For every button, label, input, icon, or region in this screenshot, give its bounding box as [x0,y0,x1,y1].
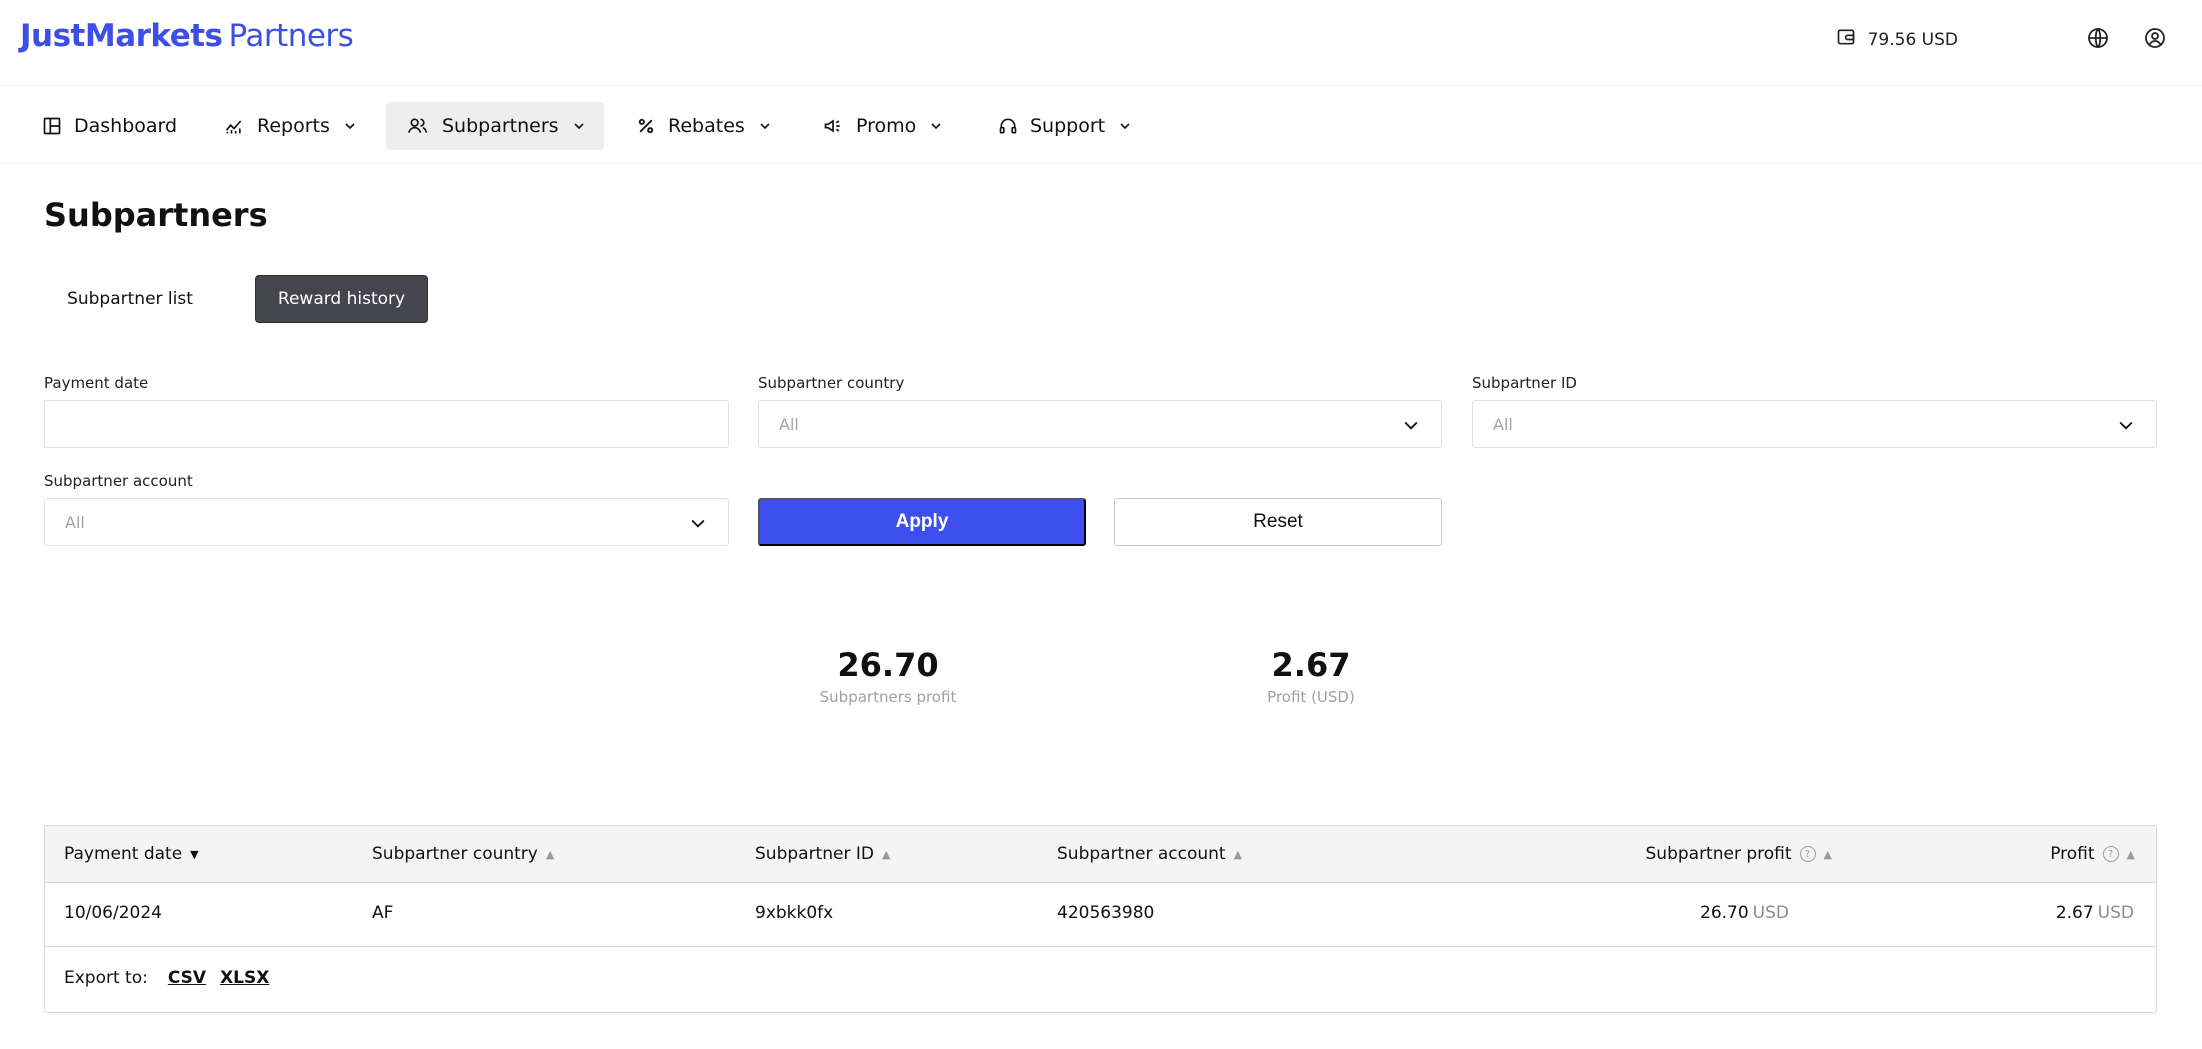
column-label: Subpartner ID [755,844,874,864]
subpartner-account-value: All [65,512,85,532]
page-title: Subpartners [44,196,268,234]
sort-asc-icon: ▲ [2126,847,2135,861]
column-label: Subpartner country [372,844,538,864]
sort-desc-icon: ▼ [190,847,199,861]
nav-support-label: Support [1030,115,1106,137]
column-header-subpartner-account[interactable]: Subpartner account ▲ [1057,836,1242,872]
subpartner-country-value: All [779,414,799,434]
sort-asc-icon: ▲ [545,847,555,861]
cell-subpartner-profit: 26.70 USD [1700,903,1789,923]
export-label: Export to: [64,968,148,988]
subpartners-profit-value: 26.70 [837,646,939,684]
logo[interactable]: JustMarkets Partners [20,18,354,54]
payment-date-label: Payment date [44,374,149,392]
nav-promo-label: Promo [856,115,917,137]
chevron-down-icon [345,123,355,130]
profit-label: Profit (USD) [1267,688,1355,706]
chevron-down-icon [760,123,770,130]
nav-subpartners[interactable]: Subpartners [386,102,604,150]
subpartner-country-label: Subpartner country [758,374,905,392]
profit-unit: USD [2097,903,2134,923]
help-icon[interactable]: ? [1799,846,1816,862]
column-label: Profit [2050,844,2095,864]
column-label: Payment date [64,844,183,864]
chart-icon [225,120,242,134]
subpartner-country-select[interactable]: All [758,400,1442,448]
subpartner-id-value: All [1493,414,1513,434]
nav-rebates-label: Rebates [668,115,745,137]
nav-reports-label: Reports [257,115,330,137]
sort-asc-icon: ▲ [881,847,891,861]
nav-support[interactable]: Support [978,102,1153,150]
profit-amount: 2.67 [2055,903,2094,923]
subpartner-profit-amount: 26.70 [1700,903,1749,923]
nav-reports[interactable]: Reports [203,102,378,150]
column-header-payment-date[interactable]: Payment date ▼ [64,836,199,872]
payment-date-field[interactable] [44,400,729,448]
top-bar: JustMarkets Partners 79.56 USD [0,0,2202,86]
column-header-profit[interactable]: Profit ? ▲ [1995,836,2135,872]
table-row: 10/06/2024 AF 9xbkk0fx 420563980 26.70 US… [45,883,2156,947]
wallet-icon [1836,27,1856,52]
profit-stat: 2.67 Profit (USD) [1251,646,1371,706]
subpartner-account-label: Subpartner account [44,472,193,490]
export-bar: Export to: CSV XLSX [64,968,269,988]
column-header-subpartner-id[interactable]: Subpartner ID ▲ [755,836,890,872]
export-csv-link[interactable]: CSV [168,968,206,988]
subpartner-id-select[interactable]: All [1472,400,2157,448]
users-icon [408,118,428,133]
subpartner-id-label: Subpartner ID [1472,374,1577,392]
globe-icon[interactable] [2086,26,2110,50]
export-xlsx-link[interactable]: XLSX [220,968,269,988]
cell-country: AF [372,903,394,923]
reset-button[interactable]: Reset [1114,498,1442,546]
dashboard-icon [43,117,61,135]
column-header-subpartner-country[interactable]: Subpartner country ▲ [372,836,554,872]
megaphone-icon [824,119,840,133]
cell-account: 420563980 [1057,903,1155,923]
nav-rebates[interactable]: Rebates [616,102,793,150]
help-icon[interactable]: ? [2102,846,2119,862]
nav-subpartners-label: Subpartners [442,115,559,137]
chevron-down-icon [931,123,941,130]
table-header: Payment date ▼ Subpartner country ▲ Subp… [45,826,2156,883]
subpartner-account-select[interactable]: All [44,498,729,546]
sort-asc-icon: ▲ [1823,847,1832,861]
chevron-down-icon [1120,123,1130,130]
tab-reward-history[interactable]: Reward history [255,275,428,323]
cell-profit: 2.67 USD [2056,903,2134,923]
profit-value: 2.67 [1271,646,1351,684]
nav-promo[interactable]: Promo [802,102,964,150]
subpartners-profit-stat: 26.70 Subpartners profit [808,646,968,706]
nav-dashboard[interactable]: Dashboard [22,102,197,150]
column-label: Subpartner account [1057,844,1226,864]
balance-display[interactable]: 79.56 USD [1836,27,1958,52]
chevron-down-icon [573,123,584,130]
headset-icon [999,118,1017,134]
percent-icon [638,118,654,134]
apply-button[interactable]: Apply [758,498,1086,546]
chevron-down-icon [2119,421,2133,430]
subpartner-profit-unit: USD [1752,903,1789,923]
balance-amount: 79.56 USD [1867,29,1958,50]
logo-suffix: Partners [228,18,354,54]
subpartners-profit-label: Subpartners profit [819,688,957,706]
logo-brand: JustMarkets [20,18,223,54]
cell-payment-date: 10/06/2024 [64,903,162,923]
sort-asc-icon: ▲ [1233,847,1243,861]
reward-history-table: Payment date ▼ Subpartner country ▲ Subp… [44,825,2157,1013]
main-nav: Dashboard Reports Subpartners Rebates Pr… [0,86,2202,164]
tab-subpartner-list[interactable]: Subpartner list [44,275,216,323]
column-header-subpartner-profit[interactable]: Subpartner profit ? ▲ [1602,836,1833,872]
nav-dashboard-label: Dashboard [74,115,178,137]
cell-subpartner-id: 9xbkk0fx [755,903,834,923]
column-label: Subpartner profit [1645,844,1792,864]
chevron-down-icon [1404,421,1418,430]
chevron-down-icon [691,519,705,528]
user-account-icon[interactable] [2143,26,2167,50]
